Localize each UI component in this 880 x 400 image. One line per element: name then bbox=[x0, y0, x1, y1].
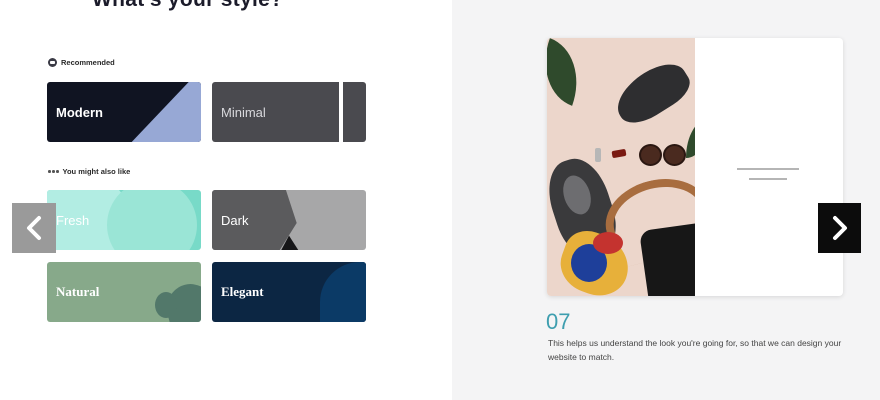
style-tile-minimal[interactable]: Minimal bbox=[212, 82, 366, 142]
tile-divider bbox=[339, 82, 343, 142]
tile-decor-shape bbox=[107, 190, 197, 250]
badge-icon bbox=[48, 58, 57, 67]
step-description: This helps us understand the look you're… bbox=[548, 338, 842, 362]
style-tile-label: Dark bbox=[221, 212, 249, 228]
style-tile-label: Fresh bbox=[56, 212, 90, 228]
tile-decor-shape bbox=[320, 262, 366, 322]
fashion-photo bbox=[547, 38, 695, 296]
recommended-section-label: Recommended bbox=[48, 58, 115, 67]
previous-button[interactable] bbox=[12, 203, 56, 253]
preview-card bbox=[547, 38, 843, 296]
shoe-image bbox=[607, 54, 695, 132]
style-tile-natural[interactable]: Natural bbox=[47, 262, 201, 322]
leaf-decor bbox=[547, 38, 592, 106]
leaf-decor bbox=[686, 118, 695, 158]
style-selection-panel: What's your style? Recommended Modern Mi… bbox=[0, 0, 452, 400]
clip-image bbox=[595, 148, 601, 162]
bag-image bbox=[639, 221, 695, 296]
chevron-left-icon bbox=[27, 216, 41, 240]
sunglasses-image bbox=[639, 144, 686, 166]
step-number: 07 bbox=[546, 309, 571, 334]
tile-decor-shape bbox=[155, 292, 177, 318]
lipstick-image bbox=[611, 148, 627, 159]
next-button[interactable] bbox=[818, 203, 861, 253]
chevron-right-icon bbox=[832, 216, 847, 240]
style-tile-elegant[interactable]: Elegant bbox=[212, 262, 366, 322]
style-tile-modern[interactable]: Modern bbox=[47, 82, 201, 142]
recommended-label: Recommended bbox=[61, 58, 115, 67]
text-placeholder bbox=[737, 168, 799, 188]
style-tile-fresh[interactable]: Fresh bbox=[47, 190, 201, 250]
scarf-image bbox=[593, 232, 623, 254]
style-tile-label: Elegant bbox=[221, 284, 264, 299]
also-like-section-label: You might also like bbox=[48, 167, 130, 176]
style-tile-label: Natural bbox=[56, 284, 100, 299]
more-dots-icon bbox=[48, 170, 59, 173]
style-tile-label: Modern bbox=[56, 104, 103, 120]
style-tile-label: Minimal bbox=[221, 104, 266, 120]
style-tile-dark[interactable]: Dark bbox=[212, 190, 366, 250]
page-title: What's your style? bbox=[92, 0, 342, 12]
also-like-label: You might also like bbox=[62, 167, 131, 176]
